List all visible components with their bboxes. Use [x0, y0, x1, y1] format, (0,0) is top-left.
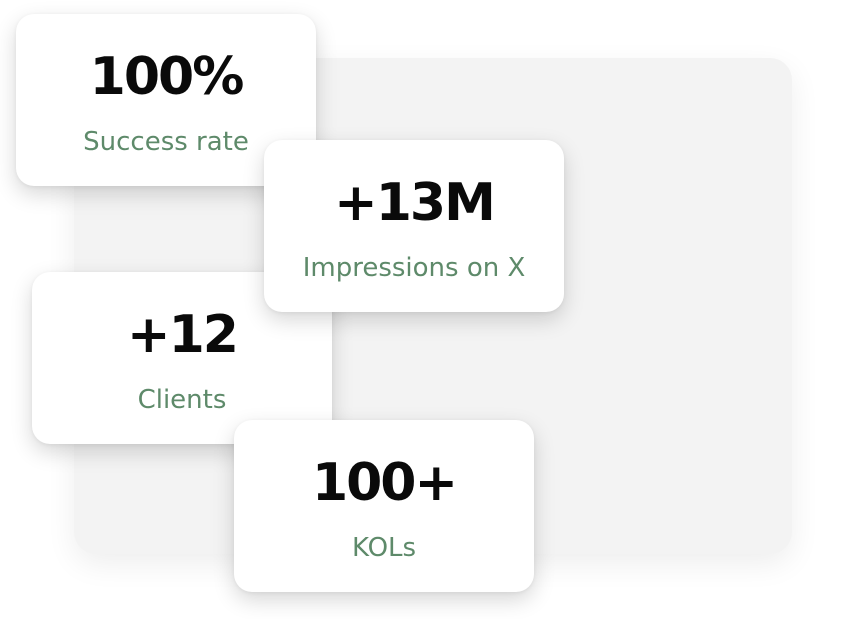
stat-label: Success rate: [83, 127, 249, 157]
stat-card-impressions: +13M Impressions on X: [264, 140, 564, 312]
stat-value: 100+: [311, 453, 458, 513]
stat-card-kols: 100+ KOLs: [234, 420, 534, 592]
stat-value: 100%: [89, 47, 245, 107]
stat-label: Impressions on X: [302, 253, 526, 283]
stat-value: +13M: [334, 173, 496, 233]
stats-showcase: 100% Success rate +13M Impressions on X …: [0, 0, 850, 619]
stat-value: +12: [127, 305, 239, 365]
stat-label: KOLs: [351, 533, 417, 563]
stat-label: Clients: [137, 385, 227, 415]
